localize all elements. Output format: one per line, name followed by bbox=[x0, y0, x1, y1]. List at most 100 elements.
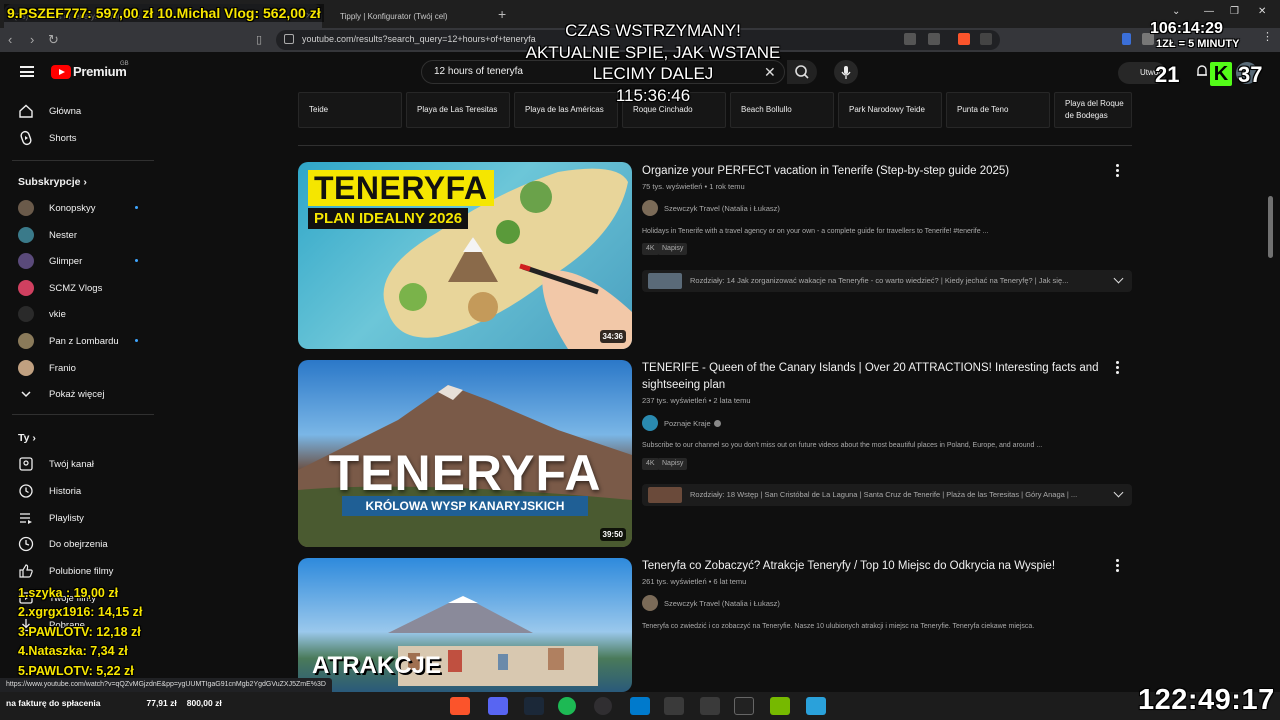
video-channel[interactable]: Szewczyk Travel (Natalia i Łukasz) bbox=[642, 595, 780, 611]
forward-icon[interactable]: › bbox=[30, 32, 34, 48]
sidebar-item-subscription[interactable]: Konopskyy bbox=[12, 195, 150, 221]
chevron-down-icon[interactable] bbox=[1113, 273, 1124, 284]
hamburger-menu-icon[interactable] bbox=[20, 66, 34, 77]
vscode-icon[interactable] bbox=[630, 697, 650, 715]
sidebar-item-history[interactable]: Historia bbox=[12, 478, 150, 504]
sidebar-item-subscription[interactable]: SCMZ Vlogs bbox=[12, 275, 150, 301]
sidebar-item-label: Pan z Lombardu bbox=[49, 335, 119, 347]
nvidia-icon[interactable] bbox=[770, 697, 790, 715]
cast-icon[interactable] bbox=[928, 33, 940, 45]
chip[interactable]: Park Narodowy Teide bbox=[838, 92, 942, 128]
tab-tipply[interactable]: Tipply | Konfigurator (Twój cel) bbox=[330, 4, 490, 28]
reload-icon[interactable]: ↻ bbox=[48, 32, 59, 48]
app-icon[interactable] bbox=[700, 697, 720, 715]
sidebar-item-label: Nester bbox=[49, 229, 77, 241]
subscriptions-heading[interactable]: Subskrypcje › bbox=[18, 176, 87, 188]
thumbnail-title: TENERYFA bbox=[328, 445, 602, 501]
channel-avatar bbox=[18, 227, 34, 243]
video-channel[interactable]: Poznaje Kraje bbox=[642, 415, 721, 431]
brave-icon[interactable] bbox=[450, 697, 470, 715]
sidebar-item-subscription[interactable]: vkie bbox=[12, 301, 150, 327]
obs-icon[interactable] bbox=[594, 697, 612, 715]
telegram-icon[interactable] bbox=[806, 697, 826, 715]
more-options-icon[interactable] bbox=[1116, 361, 1120, 376]
terminal-icon[interactable] bbox=[734, 697, 754, 715]
sidebar-item-shorts[interactable]: Shorts bbox=[12, 125, 150, 151]
chapters-row[interactable]: Rozdziały: 14 Jak zorganizować wakacje n… bbox=[642, 270, 1132, 292]
video-thumbnail[interactable]: ATRAKCJE bbox=[298, 558, 632, 692]
notifications-icon[interactable] bbox=[1194, 63, 1210, 79]
channel-name: Szewczyk Travel (Natalia i Łukasz) bbox=[664, 203, 780, 213]
video-description: Teneryfa co zwiedzić i co zobaczyć na Te… bbox=[642, 623, 1035, 630]
rewards-icon[interactable] bbox=[980, 33, 992, 45]
chip[interactable]: Playa del Roque de Bodegas bbox=[1054, 92, 1132, 128]
discord-icon[interactable] bbox=[488, 697, 508, 715]
more-options-icon[interactable] bbox=[1116, 164, 1120, 179]
sidebar-item-watch-later[interactable]: Do obejrzenia bbox=[12, 531, 150, 557]
voice-search-button[interactable] bbox=[834, 60, 858, 84]
minimize-icon[interactable]: — bbox=[1204, 6, 1214, 17]
video-thumbnail[interactable]: TENERYFA PLAN IDEALNY 2026 34:36 bbox=[298, 162, 632, 349]
sidebar-item-label: Pokaż więcej bbox=[49, 388, 105, 400]
spotify-icon[interactable] bbox=[558, 697, 576, 715]
sidebar-item-subscription[interactable]: Glimper bbox=[12, 248, 150, 274]
video-thumbnail[interactable]: TENERYFA KRÓLOWA WYSP KANARYJSKICH 39:50 bbox=[298, 360, 632, 547]
more-options-icon[interactable] bbox=[1116, 559, 1120, 574]
sidebar-item-show-more[interactable]: Pokaż więcej bbox=[12, 381, 150, 407]
viewer-count-left: 21 bbox=[1155, 62, 1180, 87]
youtube-logo-icon[interactable] bbox=[51, 65, 71, 79]
chevron-down-icon[interactable] bbox=[1113, 487, 1124, 498]
chapters-text: Rozdziały: 14 Jak zorganizować wakacje n… bbox=[690, 276, 1069, 285]
translate-icon[interactable] bbox=[904, 33, 916, 45]
sidebar-divider bbox=[12, 414, 154, 415]
sidebar-item-label: Polubione filmy bbox=[49, 565, 114, 577]
file-explorer-icon[interactable] bbox=[664, 697, 684, 715]
thumbnail-subtitle: PLAN IDEALNY 2026 bbox=[308, 208, 469, 229]
channel-avatar bbox=[642, 200, 658, 216]
sidebar-item-your-channel[interactable]: Twój kanał bbox=[12, 451, 150, 477]
back-icon[interactable]: ‹ bbox=[8, 32, 12, 48]
maximize-icon[interactable]: ❐ bbox=[1230, 6, 1239, 17]
video-title[interactable]: Teneryfa co Zobaczyć? Atrakcje Teneryfy … bbox=[642, 558, 1102, 575]
channel-avatar bbox=[18, 200, 34, 216]
mic-icon bbox=[841, 66, 851, 79]
close-window-icon[interactable]: ✕ bbox=[1258, 6, 1266, 17]
page-scrollbar[interactable] bbox=[1268, 196, 1273, 258]
video-channel[interactable]: Szewczyk Travel (Natalia i Łukasz) bbox=[642, 200, 780, 216]
widget-amount: 77,91 zł bbox=[146, 698, 177, 708]
donation-rank-item: 5.PAWLOTV: 5,22 zł bbox=[18, 664, 134, 678]
taskbar-widget[interactable]: na fakturę do spłacenia 77,91 zł 800,00 … bbox=[6, 698, 222, 708]
sidebar-item-subscription[interactable]: Franio bbox=[12, 355, 150, 381]
sidebar-item-playlists[interactable]: Playlisty bbox=[12, 505, 150, 531]
chip[interactable]: Teide bbox=[298, 92, 402, 128]
youtube-brand[interactable]: Premium bbox=[73, 64, 127, 79]
site-info-icon[interactable] bbox=[284, 34, 294, 44]
menu-icon[interactable]: ⋮ bbox=[1262, 30, 1274, 43]
you-heading[interactable]: Ty › bbox=[18, 432, 36, 444]
sidebar-item-label: Główna bbox=[49, 105, 82, 117]
video-duration: 39:50 bbox=[599, 528, 626, 541]
bookmark-icon[interactable]: ▯ bbox=[256, 32, 262, 48]
sidebar-item-subscription[interactable]: Nester bbox=[12, 222, 150, 248]
channel-icon bbox=[18, 456, 34, 472]
chapters-row[interactable]: Rozdziały: 18 Wstęp | San Cristóbal de L… bbox=[642, 484, 1132, 506]
thumbnail-subtitle: KRÓLOWA WYSP KANARYJSKICH bbox=[342, 496, 588, 516]
sidebar-item-subscription[interactable]: Pan z Lombardu bbox=[12, 328, 150, 354]
chevron-down-icon bbox=[18, 386, 34, 402]
chip[interactable]: Punta de Teno bbox=[946, 92, 1050, 128]
brave-shield-icon[interactable] bbox=[958, 33, 970, 45]
chip[interactable]: Playa de Las Teresitas bbox=[406, 92, 510, 128]
badge-captions: Napisy bbox=[658, 243, 688, 255]
sidebar-item-home[interactable]: Główna bbox=[12, 98, 150, 124]
video-title[interactable]: TENERIFE - Queen of the Canary Islands |… bbox=[642, 360, 1102, 394]
new-content-dot bbox=[135, 339, 138, 342]
history-icon bbox=[18, 483, 34, 499]
channel-avatar bbox=[642, 415, 658, 431]
video-description: Holidays in Tenerife with a travel agenc… bbox=[642, 228, 989, 235]
extension-icon[interactable] bbox=[1122, 33, 1131, 45]
chevron-down-icon[interactable]: ⌄ bbox=[1172, 6, 1180, 17]
sidebar-item-liked-videos[interactable]: Polubione filmy bbox=[12, 558, 150, 584]
video-title[interactable]: Organize your PERFECT vacation in Teneri… bbox=[642, 163, 1102, 180]
divider bbox=[298, 145, 1132, 146]
steam-icon[interactable] bbox=[524, 697, 544, 715]
